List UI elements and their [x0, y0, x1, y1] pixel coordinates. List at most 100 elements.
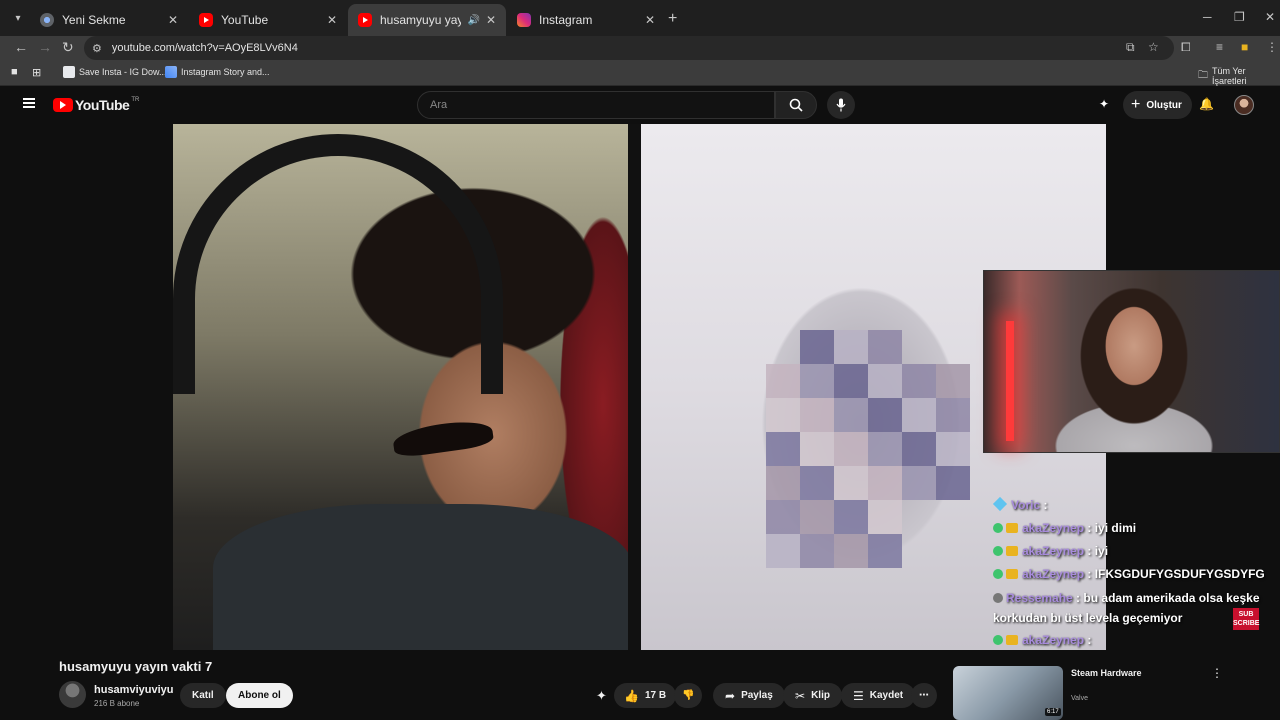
youtube-logo[interactable]: YouTube TR — [53, 97, 139, 113]
chrome-icon — [40, 13, 54, 27]
suggested-more-icon[interactable]: ⋮ — [1211, 666, 1223, 680]
verified-badge-icon — [993, 523, 1003, 533]
close-icon[interactable]: ✕ — [168, 13, 178, 27]
close-icon[interactable]: ✕ — [327, 13, 337, 27]
chat-username: akaZeynep — [1022, 544, 1085, 558]
suggested-duration: 6:17 — [1045, 708, 1061, 716]
save-button[interactable]: ☰ Kaydet — [841, 683, 916, 708]
subscriber-badge-icon — [1006, 523, 1018, 533]
profile-extension-icon[interactable]: ■ — [1241, 40, 1248, 54]
censor-pixel — [868, 398, 902, 432]
saveinsta-icon — [63, 66, 75, 78]
tab-new-tab[interactable]: Yeni Sekme ✕ — [30, 6, 188, 34]
tab-label: husamyuyu yayın vakti 7 - YouTube — [380, 13, 462, 27]
cast-icon[interactable]: ✦ — [1099, 97, 1109, 111]
bookmark-label: Save Insta - IG Dow... — [79, 67, 167, 77]
speaker-icon[interactable]: 🔊 — [467, 15, 479, 26]
suggested-video[interactable]: 6:17 Steam Hardware Valve ⋮ — [953, 664, 1280, 720]
tab-label: Instagram — [539, 13, 593, 27]
close-icon[interactable]: ✕ — [486, 13, 496, 27]
verified-badge-icon — [993, 546, 1003, 556]
like-button[interactable]: 👍 17 B — [614, 683, 677, 708]
new-tab-icon[interactable]: + — [668, 10, 677, 28]
dislike-button[interactable]: 👎 — [674, 683, 703, 708]
scissors-icon: ✂ — [795, 688, 806, 703]
bookmark-page-icon[interactable]: ■ — [11, 66, 18, 78]
url-text[interactable]: youtube.com/watch?v=AOyE8LVv6N4 — [112, 42, 298, 54]
close-icon[interactable]: ✕ — [645, 13, 655, 27]
clip-label: Klip — [811, 690, 830, 701]
tab-youtube[interactable]: YouTube ✕ — [189, 6, 347, 34]
censor-pixel — [936, 398, 970, 432]
back-icon[interactable]: ← — [14, 39, 28, 55]
share-button[interactable]: ➦ Paylaş — [713, 683, 785, 708]
thumbs-down-icon: 👎 — [682, 690, 695, 701]
channel-name[interactable]: husamviyuviyu — [94, 684, 173, 696]
install-app-icon[interactable]: ⧉ — [1126, 40, 1135, 55]
all-bookmarks[interactable]: 🗀 Tüm Yer İşaretleri — [1198, 66, 1280, 86]
censor-pixel — [800, 398, 834, 432]
more-actions-button[interactable]: ⋯ — [911, 683, 937, 708]
suggested-title[interactable]: Steam Hardware — [1071, 668, 1142, 678]
apps-grid-icon[interactable]: ⊞ — [32, 66, 41, 79]
site-info-icon[interactable]: ⚙ — [92, 42, 102, 55]
streamer-camera-frame — [173, 124, 633, 650]
maximize-icon[interactable]: ❐ — [1234, 10, 1245, 24]
search-box[interactable] — [417, 91, 775, 119]
menu-icon[interactable] — [23, 98, 35, 108]
ask-ai-icon[interactable]: ✦ — [596, 688, 607, 704]
tab-search-icon[interactable]: ▾ — [8, 8, 28, 28]
media-control-icon[interactable]: ≡ — [1216, 40, 1223, 54]
address-bar[interactable]: ⚙ youtube.com/watch?v=AOyE8LVv6N4 — [84, 36, 1174, 60]
like-count: 17 B — [644, 690, 667, 701]
more-icon: ⋯ — [919, 690, 929, 701]
bookmark-item[interactable]: Instagram Story and... — [165, 66, 270, 78]
censor-pixel — [766, 500, 800, 534]
notifications-bell-icon[interactable]: 🔔 — [1199, 97, 1214, 111]
clip-button[interactable]: ✂ Klip — [783, 683, 842, 708]
reload-icon[interactable]: ↻ — [62, 39, 74, 56]
window-close-icon[interactable]: ✕ — [1265, 10, 1275, 24]
tab-instagram[interactable]: Instagram ✕ — [507, 6, 665, 34]
chat-username: akaZeynep — [1022, 633, 1085, 647]
plus-icon: + — [1131, 96, 1141, 113]
save-label: Kaydet — [869, 690, 904, 701]
chat-username: Voric — [1011, 498, 1041, 512]
browser-tab-bar: ▾ Yeni Sekme ✕ YouTube ✕ husamyuyu yayın… — [0, 0, 1280, 36]
video-title: husamyuyu yayın vakti 7 — [59, 659, 213, 674]
youtube-icon — [199, 13, 213, 27]
save-playlist-icon: ☰ — [853, 688, 864, 703]
share-label: Paylaş — [741, 690, 773, 701]
censor-pixel — [834, 466, 868, 500]
chat-message: Voric : — [992, 494, 1280, 517]
censor-pixel — [936, 364, 970, 398]
chat-separator: : — [1040, 498, 1048, 512]
red-light-shape — [1006, 321, 1014, 441]
subscribe-button[interactable]: Abone ol — [226, 683, 293, 708]
subscribe-label: Abone ol — [238, 690, 281, 701]
chat-username: Ressemahe — [1006, 591, 1073, 605]
facecam-overlay — [983, 270, 1280, 453]
all-bookmarks-label: Tüm Yer İşaretleri — [1212, 66, 1247, 86]
chat-separator: : — [1072, 591, 1081, 605]
censor-pixel — [902, 398, 936, 432]
video-player[interactable]: Voric : akaZeynep : iyi dimi akaZeynep : … — [0, 124, 1280, 650]
youtube-header: YouTube TR ✦ + Oluştur 🔔 — [0, 86, 1280, 124]
channel-avatar[interactable] — [59, 681, 86, 708]
extensions-icon[interactable]: ⧠ — [1181, 40, 1191, 55]
tab-active-video[interactable]: husamyuyu yayın vakti 7 - YouTube 🔊 ✕ — [348, 4, 506, 36]
censor-pixel — [834, 398, 868, 432]
search-button[interactable] — [775, 91, 817, 119]
video-divider — [628, 124, 641, 650]
search-input[interactable] — [418, 92, 774, 118]
bookmark-item[interactable]: Save Insta - IG Dow... — [63, 66, 167, 78]
bookmark-star-icon[interactable]: ☆ — [1148, 40, 1159, 54]
join-button[interactable]: Katıl — [180, 683, 226, 708]
forward-icon[interactable]: → — [38, 39, 52, 55]
browser-menu-icon[interactable]: ⋮ — [1266, 40, 1278, 54]
minimize-icon[interactable]: ─ — [1203, 10, 1212, 24]
voice-search-button[interactable] — [827, 91, 855, 119]
folder-icon: 🗀 — [1198, 69, 1208, 81]
create-button[interactable]: + Oluştur — [1123, 91, 1192, 119]
account-avatar[interactable] — [1234, 95, 1254, 115]
